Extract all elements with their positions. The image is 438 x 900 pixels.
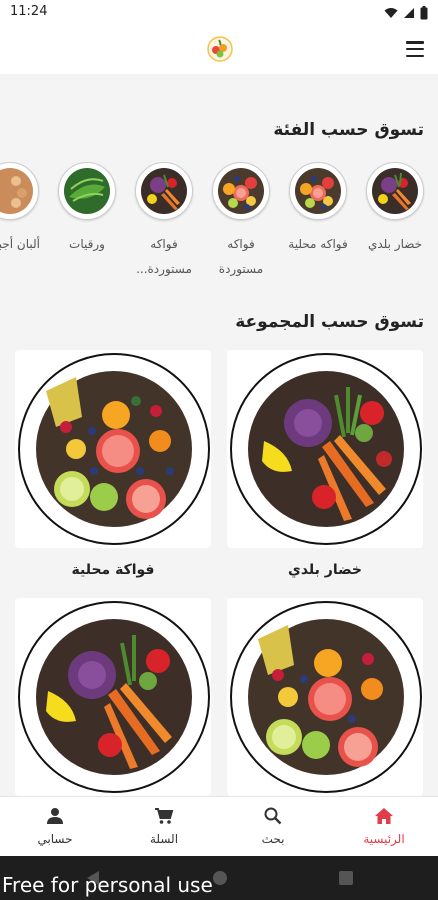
watermark-text: Free for personal use: [2, 873, 213, 897]
nav-item-home[interactable]: الرئيسية: [344, 807, 424, 846]
category-image-fruits: [289, 162, 347, 220]
group-card[interactable]: [15, 598, 211, 796]
category-label: ألبان أجبان: [0, 237, 40, 251]
home-icon: [375, 808, 393, 824]
category-label: فواكه محلية: [288, 237, 348, 251]
group-card[interactable]: [227, 598, 423, 796]
category-item[interactable]: فواكه مستوردة: [209, 162, 273, 282]
fruit-basket-logo[interactable]: [207, 36, 233, 62]
recents-icon[interactable]: [338, 870, 354, 886]
app-header: [0, 26, 438, 74]
hamburger-menu-icon[interactable]: [406, 41, 424, 57]
nav-label-home: الرئيسية: [363, 832, 405, 846]
group-image-fruits: [230, 601, 422, 793]
wifi-icon: [384, 8, 398, 18]
group-label: خضار بلدي: [288, 562, 362, 578]
group-card[interactable]: فواكة محلية: [15, 350, 211, 578]
nav-item-account[interactable]: حسابي: [15, 807, 95, 846]
search-icon: [264, 807, 282, 825]
nav-item-cart[interactable]: السلة: [124, 807, 204, 846]
group-image-fruits: [18, 353, 210, 545]
bottom-nav: الرئيسية بحث السلة حسابي: [0, 796, 438, 856]
home-button-icon[interactable]: [212, 870, 228, 886]
group-card[interactable]: خضار بلدي: [227, 350, 423, 578]
battery-icon: [420, 6, 428, 20]
status-time: 11:24: [10, 4, 48, 19]
category-image-vegetables: [135, 162, 193, 220]
status-icons: [384, 5, 428, 21]
group-label: فواكة محلية: [71, 562, 155, 578]
category-item[interactable]: خضار بلدي: [363, 162, 427, 257]
section-title-categories: تسوق حسب الفئة: [273, 120, 424, 140]
category-image-fruits: [212, 162, 270, 220]
category-label: ورقيات: [69, 237, 105, 251]
category-item[interactable]: فواكه مستوردة...: [132, 162, 196, 282]
category-item[interactable]: ورقيات: [55, 162, 119, 257]
status-bar: 11:24: [0, 0, 438, 26]
category-label: خضار بلدي: [367, 237, 423, 251]
category-item[interactable]: فواكه محلية: [286, 162, 350, 257]
category-image-dairy: [0, 162, 39, 220]
signal-icon: [404, 8, 414, 18]
category-label: فواكه مستوردة: [218, 237, 264, 276]
group-image-vegetables: [230, 353, 422, 545]
account-icon: [47, 808, 63, 824]
nav-label-cart: السلة: [149, 832, 179, 846]
nav-label-search: بحث: [261, 832, 285, 846]
category-item[interactable]: ألبان أجبان: [0, 162, 42, 257]
category-strip[interactable]: خضار بلدي فواكه محلية فواكه مستوردة فواك…: [0, 162, 438, 282]
section-title-groups: تسوق حسب المجموعة: [235, 312, 424, 332]
category-label: فواكه مستوردة...: [136, 237, 192, 276]
group-image-vegetables: [18, 601, 210, 793]
category-image-vegetables: [366, 162, 424, 220]
nav-item-search[interactable]: بحث: [233, 807, 313, 846]
nav-label-account: حسابي: [37, 832, 73, 846]
cart-icon: [155, 808, 174, 824]
category-image-greens: [58, 162, 116, 220]
